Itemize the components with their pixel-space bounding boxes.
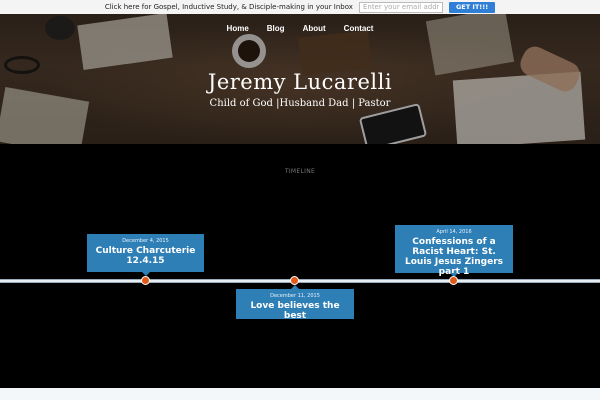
nav-item-about[interactable]: About <box>294 22 335 36</box>
timeline-heading: TIMELINE <box>284 168 316 175</box>
timeline-card-date: April 14, 2016 <box>436 229 472 235</box>
site-title[interactable]: Jeremy Lucarelli <box>0 70 600 94</box>
timeline-card[interactable]: December 11, 2015 Love believes the best <box>236 285 354 321</box>
timeline-section: TIMELINE December 4, 2015 Culture Charcu… <box>0 144 600 388</box>
timeline-dot[interactable] <box>449 276 458 285</box>
timeline-card-date: December 11, 2015 <box>270 293 320 299</box>
nav-item-blog[interactable]: Blog <box>258 22 294 36</box>
timeline-dot[interactable] <box>141 276 150 285</box>
timeline-card[interactable]: April 14, 2016 Confessions of a Racist H… <box>395 225 513 277</box>
main-nav: Home Blog About Contact <box>0 22 600 36</box>
get-it-button[interactable]: GET IT!!! <box>448 1 496 13</box>
page-footer-strip <box>0 388 600 400</box>
promo-bar: Click here for Gospel, Inductive Study, … <box>0 0 600 14</box>
site-tagline: Child of God |Husband Dad | Pastor <box>209 98 391 109</box>
promo-message[interactable]: Click here for Gospel, Inductive Study, … <box>105 3 353 11</box>
hero-banner: Home Blog About Contact Jeremy Lucarelli… <box>0 14 600 144</box>
nav-item-home[interactable]: Home <box>218 22 258 36</box>
nav-item-contact[interactable]: Contact <box>335 22 383 36</box>
timeline-dot[interactable] <box>290 276 299 285</box>
timeline-card-title[interactable]: Confessions of a Racist Heart: St. Louis… <box>401 237 507 277</box>
timeline-card-date: December 4, 2015 <box>122 238 169 244</box>
timeline-card[interactable]: December 4, 2015 Culture Charcuterie 12.… <box>87 234 204 276</box>
timeline-card-title[interactable]: Love believes the best <box>242 301 348 321</box>
email-input[interactable] <box>358 1 443 13</box>
timeline-card-title[interactable]: Culture Charcuterie 12.4.15 <box>93 246 198 266</box>
timeline-line <box>0 279 600 283</box>
